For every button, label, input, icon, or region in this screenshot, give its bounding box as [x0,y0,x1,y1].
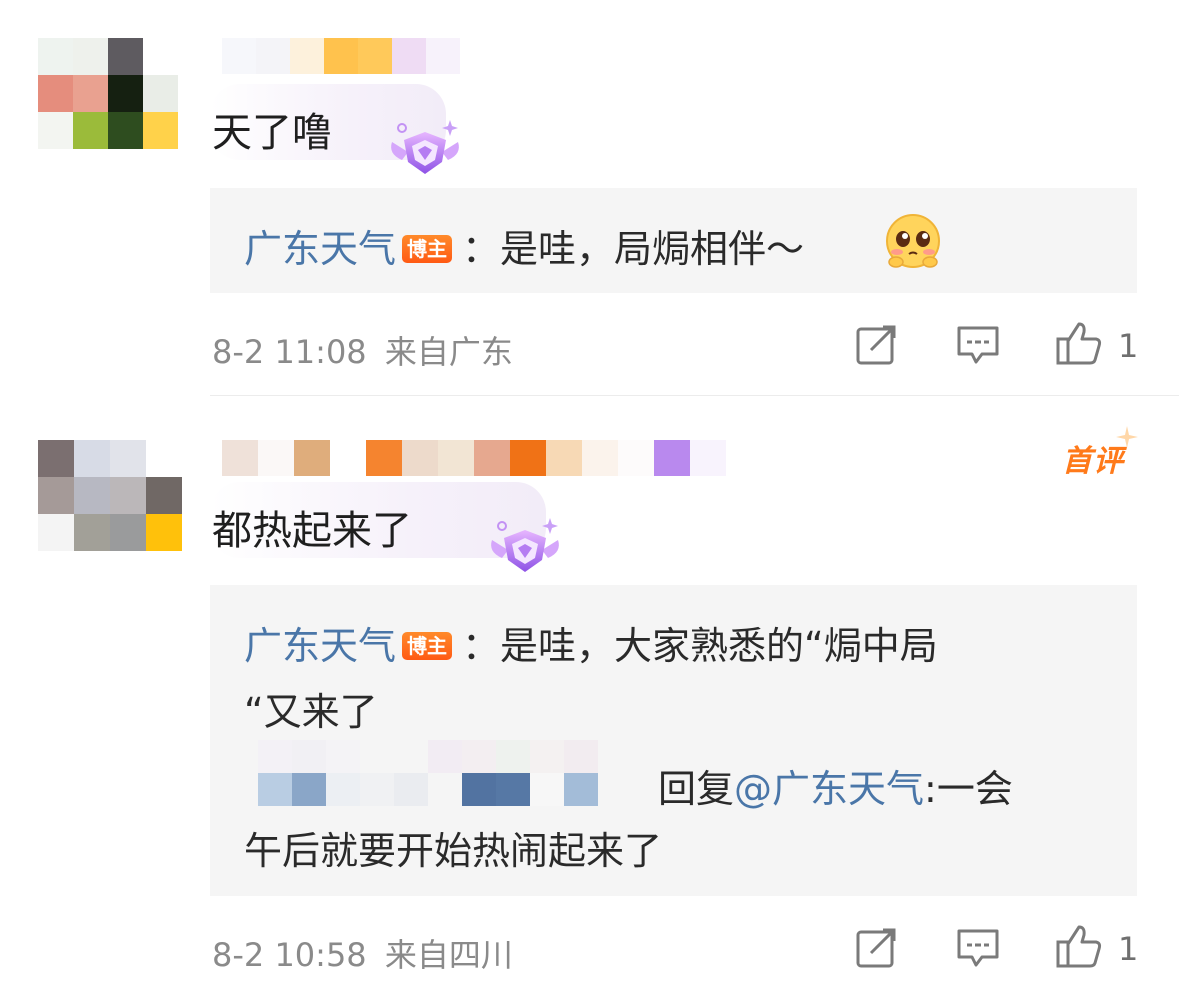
like-count: 1 [1118,327,1139,365]
comment-icon[interactable] [956,324,1000,366]
comment-location: 来自广东 [384,333,513,371]
like-icon[interactable] [1055,320,1103,366]
share-icon[interactable] [855,324,897,366]
share-icon[interactable] [855,927,897,969]
comment-location: 来自四川 [384,936,513,974]
reply-author[interactable]: 广东天气 [244,624,396,668]
blogger-badge: 博主 [402,234,453,263]
nested-reply-line: 回复@广东天气:一会 [658,758,1013,813]
mention-link[interactable]: @广东天气 [734,767,924,811]
comment-time: 8-2 10:58 [212,936,367,974]
nested-reply-text: :一会 [924,767,1013,811]
sparkle-icon [1116,426,1138,448]
comment-meta: 8-2 10:58 来自四川 [212,930,513,976]
avatar[interactable] [38,38,178,149]
reply-line: 广东天气 博主 ：是哇，大家熟悉的“焗中局 [244,615,938,670]
comment-meta: 8-2 11:08 来自广东 [212,327,513,373]
blogger-badge: 博主 [402,631,453,660]
nested-reply-username[interactable] [258,740,632,806]
comment-icon[interactable] [956,927,1000,969]
avatar[interactable] [38,440,182,552]
like-count: 1 [1118,930,1139,968]
username[interactable] [222,38,462,74]
reply-word: 回复 [658,767,735,811]
reply-text: ：是哇，局焗相伴～ [462,227,805,271]
nested-reply-text-continued: 午后就要开始热闹起来了 [244,829,663,873]
comment-text: 天了噜 [212,110,332,156]
reply-text: ：是哇，大家熟悉的“焗中局 [462,624,938,668]
blush-emoji-icon [886,214,940,268]
first-comment-tag: 首评 [1062,444,1124,479]
divider [210,395,1179,396]
like-icon[interactable] [1055,923,1103,969]
reply-author[interactable]: 广东天气 [244,227,396,271]
fan-badge-icon [391,120,459,174]
reply-text-continued: “又来了 [244,690,378,734]
username[interactable] [222,440,736,476]
reply-line: 广东天气 博主 ：是哇，局焗相伴～ [244,218,804,273]
comment-text: 都热起来了 [212,508,412,554]
comment-time: 8-2 11:08 [212,333,367,371]
fan-badge-icon [491,518,559,572]
